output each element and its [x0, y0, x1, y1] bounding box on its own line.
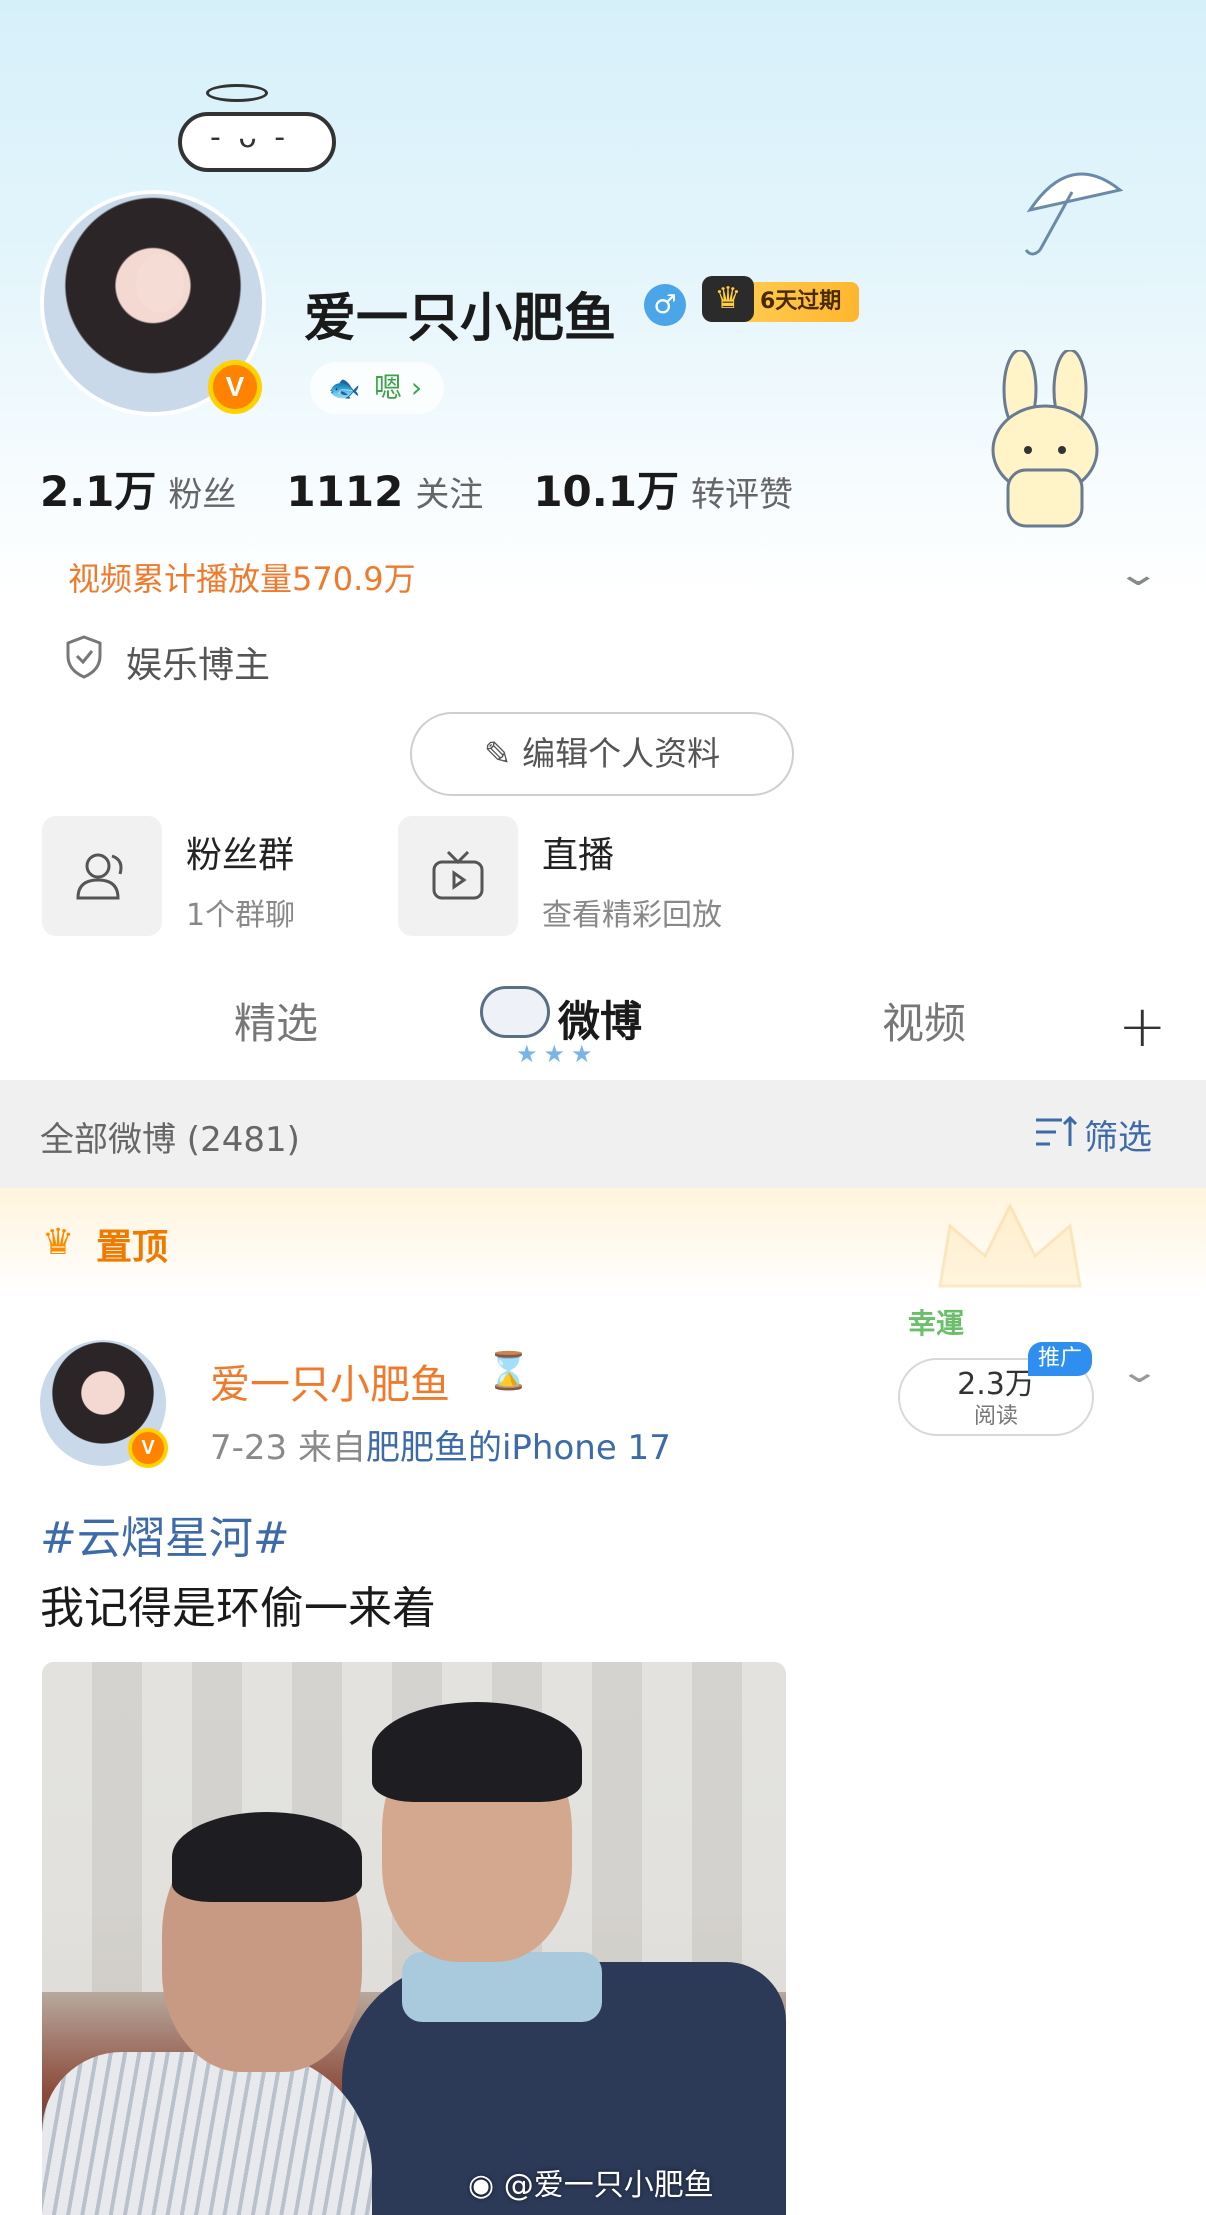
following-label[interactable]: 关注 — [415, 475, 483, 515]
status-text: 嗯 — [374, 371, 403, 404]
read-label: 阅读 — [973, 1404, 1018, 1429]
pinned-label: 置顶 — [96, 1227, 169, 1268]
filter-icon[interactable] — [1034, 1114, 1078, 1150]
post-meta: 7-23 来自肥肥鱼的iPhone 17 — [210, 1420, 671, 1469]
halo-doodle — [206, 84, 268, 102]
weibo-logo-icon: ◉ — [468, 2168, 504, 2203]
post-menu-chevron-icon[interactable]: ⌄ — [1118, 1352, 1161, 1390]
umbrella-doodle-icon — [1024, 172, 1124, 256]
verified-v-icon: V — [128, 1428, 168, 1468]
filter-button[interactable]: 筛选 — [1084, 1110, 1152, 1159]
watermark-text: @爱一只小肥鱼 — [503, 2168, 714, 2203]
verified-v-icon: V — [208, 360, 262, 414]
image-watermark: ◉ @爱一只小肥鱼 — [468, 2160, 714, 2204]
profile-stats: 2.1万 粉丝 1112 关注 10.1万 转评赞 — [40, 458, 843, 519]
lucky-decoration: 幸運 — [908, 1307, 965, 1340]
live-title[interactable]: 直播 — [542, 826, 614, 878]
followers-label[interactable]: 粉丝 — [168, 475, 236, 515]
post-image[interactable] — [42, 1662, 786, 2215]
following-count[interactable]: 1112 — [286, 467, 403, 516]
video-plays-text: 视频累计播放量570.9万 — [68, 560, 416, 598]
likes-count[interactable]: 10.1万 — [533, 467, 679, 516]
image-person-hair — [172, 1812, 362, 1902]
category-label: 娱乐博主 — [126, 645, 271, 686]
pencil-icon: ✎ — [483, 734, 523, 773]
post-source[interactable]: 肥肥鱼的iPhone 17 — [366, 1428, 671, 1468]
pinned-crown-icon: ♛ — [42, 1222, 75, 1263]
bunny-doodle-icon — [991, 350, 1099, 528]
fan-group-subtitle: 1个群聊 — [186, 898, 296, 933]
post-date: 7-23 — [210, 1428, 288, 1468]
post-username[interactable]: 爱一只小肥鱼 — [210, 1352, 450, 1410]
vip-crown-icon: ♛ — [702, 276, 754, 322]
edit-profile-button[interactable]: ✎ 编辑个人资料 — [410, 712, 794, 796]
shield-icon — [66, 635, 102, 679]
hourglass-icon: ⌛ — [486, 1351, 531, 1392]
edit-profile-label: 编辑个人资料 — [522, 734, 721, 773]
group-icon — [76, 853, 123, 900]
profile-username: 爱一只小肥鱼 — [304, 289, 617, 349]
chevron-right-icon: › — [410, 371, 423, 404]
male-gender-icon: ♂ — [644, 284, 686, 326]
tab-videos[interactable]: 视频 — [882, 990, 966, 1051]
fan-group-title[interactable]: 粉丝群 — [186, 826, 294, 878]
plus-icon[interactable]: + — [1118, 992, 1167, 1060]
avatar-face — [136, 254, 184, 312]
followers-count[interactable]: 2.1万 — [40, 467, 156, 516]
post-hashtag[interactable]: #云熠星河# — [40, 1502, 290, 1566]
all-posts-count: 全部微博 (2481) — [40, 1120, 300, 1160]
chevron-down-icon[interactable]: ⌄ — [1115, 554, 1161, 594]
fan-group-tile-icon[interactable] — [42, 816, 162, 936]
tv-icon — [432, 850, 484, 900]
live-subtitle: 查看精彩回放 — [542, 898, 722, 933]
live-tile-icon[interactable] — [398, 816, 518, 936]
tab-featured[interactable]: 精选 — [234, 990, 318, 1051]
crown-decoration-icon — [938, 1202, 1082, 1288]
promote-tag[interactable]: 推广 — [1028, 1342, 1092, 1376]
likes-label[interactable]: 转评赞 — [691, 475, 793, 515]
post-text: 我记得是环偷一来着 — [40, 1583, 436, 1634]
image-person-shirt — [42, 2052, 372, 2215]
fish-icon: 🐟 — [328, 374, 361, 404]
face-doodle-icon: - ᴗ - — [210, 120, 290, 155]
image-person-hair — [372, 1702, 582, 1802]
stars-decoration-icon: ★★★ — [516, 1040, 599, 1068]
pig-icon — [480, 986, 550, 1038]
post-source-prefix: 来自 — [297, 1428, 366, 1468]
image-person-collar — [402, 1952, 602, 2022]
